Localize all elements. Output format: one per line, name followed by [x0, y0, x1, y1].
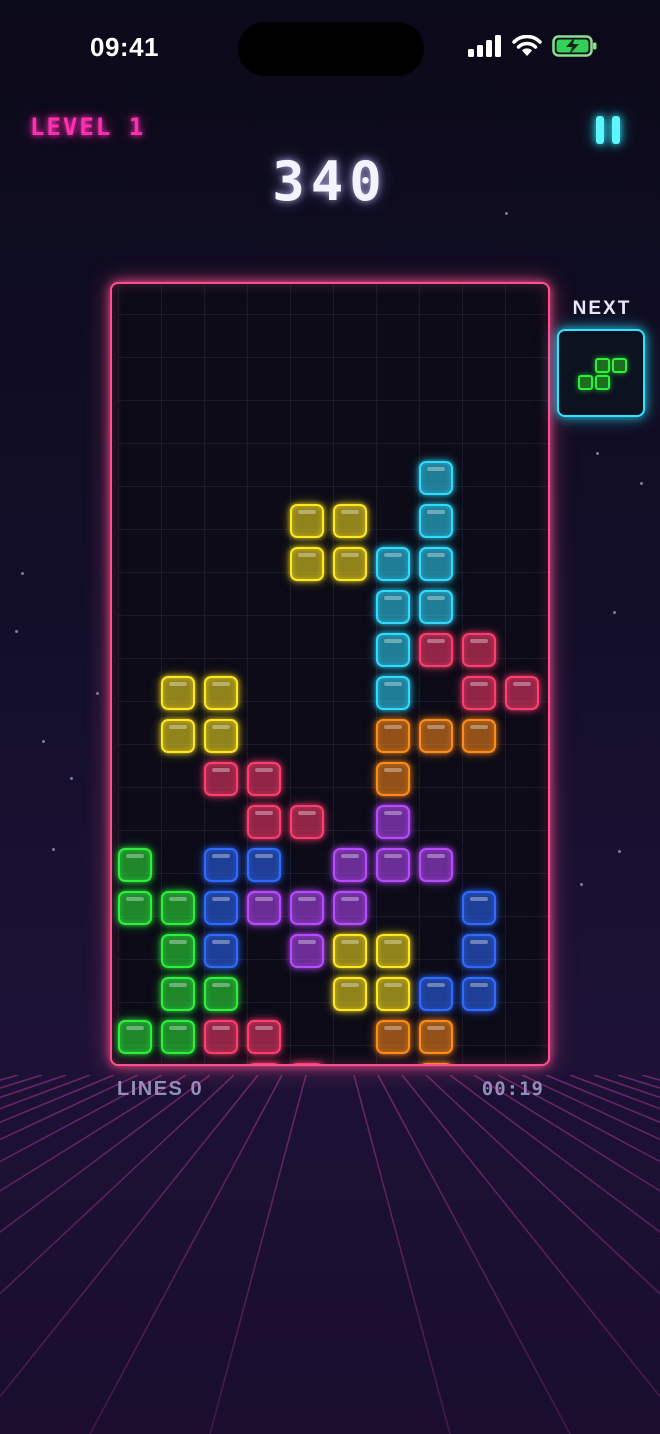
block-blue — [204, 891, 238, 925]
block-purple — [333, 848, 367, 882]
block-cyan — [376, 676, 410, 710]
block-blue — [462, 934, 496, 968]
pause-icon — [612, 116, 620, 144]
next-label: NEXT — [572, 298, 632, 319]
block-orange — [419, 1063, 453, 1064]
block-orange — [376, 762, 410, 796]
block-green — [204, 977, 238, 1011]
status-time: 09:41 — [90, 32, 159, 62]
block-green — [118, 1020, 152, 1054]
block-green — [161, 977, 195, 1011]
block-cyan — [376, 633, 410, 667]
block-blue — [462, 891, 496, 925]
battery-charging-icon — [552, 35, 597, 57]
block-yellow — [204, 719, 238, 753]
signal-icon — [468, 35, 501, 57]
block-orange — [462, 719, 496, 753]
block-red — [247, 762, 281, 796]
block-yellow — [333, 934, 367, 968]
block-yellow — [333, 977, 367, 1011]
block-red — [204, 1020, 238, 1054]
block-green — [161, 1020, 195, 1054]
block-red — [290, 805, 324, 839]
block-cyan — [376, 547, 410, 581]
block-yellow — [161, 719, 195, 753]
block-red — [505, 676, 539, 710]
block-purple — [290, 891, 324, 925]
block-yellow — [376, 934, 410, 968]
block-yellow — [333, 504, 367, 538]
block-red — [462, 633, 496, 667]
next-piece-preview — [557, 329, 645, 417]
synthwave-floor — [0, 1075, 660, 1434]
dynamic-island — [238, 22, 424, 76]
block-purple — [247, 891, 281, 925]
block-orange — [419, 1020, 453, 1054]
game-board[interactable] — [110, 282, 550, 1066]
next-piece-block — [595, 358, 610, 373]
block-yellow — [290, 504, 324, 538]
score: 340 — [272, 150, 388, 213]
block-yellow — [290, 547, 324, 581]
pause-button[interactable] — [596, 116, 626, 150]
next-piece-block — [595, 375, 610, 390]
block-red — [204, 762, 238, 796]
block-yellow — [161, 676, 195, 710]
block-yellow — [376, 977, 410, 1011]
block-cyan — [419, 461, 453, 495]
block-purple — [290, 934, 324, 968]
block-cyan — [376, 590, 410, 624]
block-orange — [376, 1020, 410, 1054]
pause-icon — [596, 116, 604, 144]
block-blue — [419, 977, 453, 1011]
block-green — [118, 891, 152, 925]
block-red — [247, 1020, 281, 1054]
block-red — [462, 676, 496, 710]
block-yellow — [333, 547, 367, 581]
block-red — [247, 805, 281, 839]
block-purple — [376, 805, 410, 839]
status-icons — [468, 34, 598, 58]
board-blocks — [112, 284, 548, 1064]
block-green — [161, 891, 195, 925]
block-green — [118, 848, 152, 882]
block-purple — [333, 891, 367, 925]
block-purple — [419, 848, 453, 882]
block-orange — [376, 719, 410, 753]
block-yellow — [204, 676, 238, 710]
block-blue — [204, 934, 238, 968]
block-red — [419, 633, 453, 667]
next-piece-block — [578, 375, 593, 390]
block-blue — [204, 848, 238, 882]
block-blue — [462, 977, 496, 1011]
block-purple — [376, 848, 410, 882]
next-piece-block — [612, 358, 627, 373]
level-indicator: LEVEL 1 — [30, 113, 146, 141]
block-red — [290, 1063, 324, 1064]
block-orange — [419, 719, 453, 753]
block-cyan — [419, 504, 453, 538]
block-red — [247, 1063, 281, 1064]
block-green — [161, 934, 195, 968]
block-cyan — [419, 590, 453, 624]
wifi-icon — [512, 35, 542, 56]
block-blue — [247, 848, 281, 882]
block-cyan — [419, 547, 453, 581]
